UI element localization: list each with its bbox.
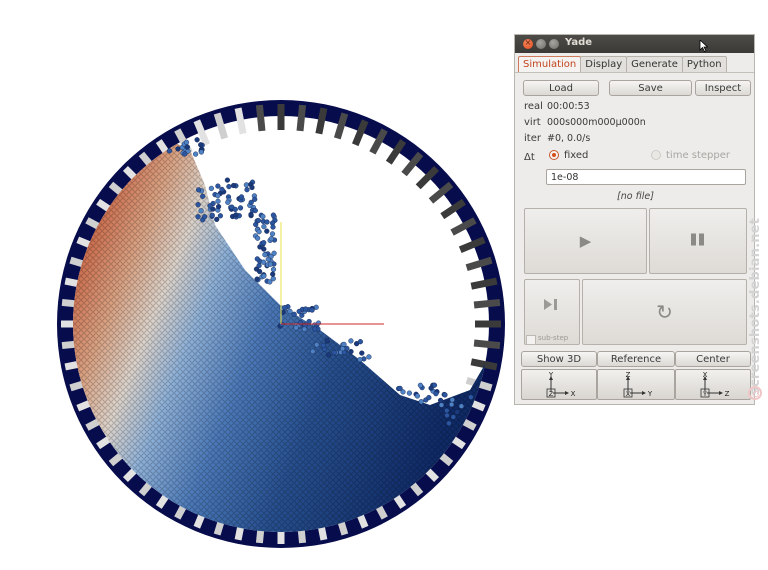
save-button[interactable]: Save	[609, 80, 692, 96]
window-title: Yade	[565, 37, 593, 48]
timestep-label: Δt	[524, 152, 535, 163]
lifter-bar	[475, 320, 501, 328]
close-window-button[interactable]: ×	[523, 38, 533, 49]
time-stepper-radio[interactable]	[651, 150, 661, 160]
svg-text:X: X	[571, 390, 576, 398]
iteration-label: iter	[524, 133, 541, 144]
real-time-label: real	[524, 101, 543, 112]
play-icon: ▶	[579, 232, 592, 250]
tab-divider	[515, 72, 754, 73]
svg-text:Z: Z	[549, 390, 554, 398]
tab-generate[interactable]: Generate	[626, 56, 683, 72]
svg-text:Y: Y	[647, 390, 653, 398]
fixed-timestep-label: fixed	[564, 150, 589, 161]
lifter-bar	[277, 104, 285, 130]
virtual-time-label: virt	[524, 117, 541, 128]
watermark: screenshots.debian.net	[748, 175, 764, 415]
tab-display[interactable]: Display	[580, 56, 628, 72]
3d-viewport[interactable]	[0, 0, 512, 570]
axis-xy-icon: Y Z X	[546, 371, 576, 398]
tab-simulation[interactable]: Simulation	[518, 56, 582, 72]
run-button[interactable]: ▶	[524, 208, 647, 274]
view-zx-button[interactable]: X Y Z	[675, 369, 751, 400]
view-yz-button[interactable]: Z X Y	[597, 369, 675, 400]
pause-icon	[650, 233, 746, 249]
simulation-scene[interactable]	[0, 0, 512, 570]
center-button[interactable]: Center	[675, 351, 751, 367]
reload-button[interactable]: ↻	[582, 279, 747, 345]
virtual-time-value: 000s000m000μ000n	[547, 117, 646, 128]
timestep-input[interactable]	[546, 169, 746, 185]
time-stepper-label: time stepper	[666, 150, 731, 161]
svg-text:X: X	[626, 390, 631, 398]
debian-logo-icon	[748, 386, 762, 400]
maximize-window-button[interactable]	[549, 39, 559, 49]
svg-text:X: X	[703, 371, 708, 379]
svg-text:Z: Z	[626, 371, 631, 379]
file-name-label: [no file]	[617, 191, 654, 202]
reference-button[interactable]: Reference	[597, 351, 675, 367]
real-time-value: 00:00:53	[547, 101, 590, 112]
close-icon: ×	[524, 38, 532, 47]
view-xy-button[interactable]: Y Z X	[521, 369, 597, 400]
axis-yz-icon: Z X Y	[623, 371, 653, 398]
mouse-cursor-icon	[699, 40, 708, 52]
substep-checkbox[interactable]	[526, 335, 536, 345]
yade-controller-window: × Yade Simulation Display Generate Python L…	[514, 34, 755, 405]
pause-button[interactable]	[649, 208, 747, 274]
substep-label: sub-step	[538, 334, 569, 342]
inspect-button[interactable]: Inspect	[695, 80, 751, 96]
svg-text:Y: Y	[702, 390, 707, 398]
fixed-timestep-radio[interactable]	[549, 150, 559, 160]
axis-zx-icon: X Y Z	[700, 371, 730, 398]
tab-python[interactable]: Python	[681, 56, 727, 72]
title-bar[interactable]: × Yade	[515, 35, 754, 53]
tab-bar: Simulation Display Generate Python	[518, 56, 727, 72]
step-icon	[525, 298, 579, 313]
load-button[interactable]: Load	[523, 80, 599, 96]
show-3d-button[interactable]: Show 3D	[521, 351, 597, 367]
iteration-value: #0, 0.0/s	[547, 133, 591, 144]
minimize-window-button[interactable]	[536, 39, 546, 49]
svg-text:Y: Y	[548, 371, 554, 379]
watermark-text: screenshots.debian.net	[748, 217, 763, 395]
svg-text:Z: Z	[725, 390, 730, 398]
reload-icon: ↻	[656, 300, 673, 324]
